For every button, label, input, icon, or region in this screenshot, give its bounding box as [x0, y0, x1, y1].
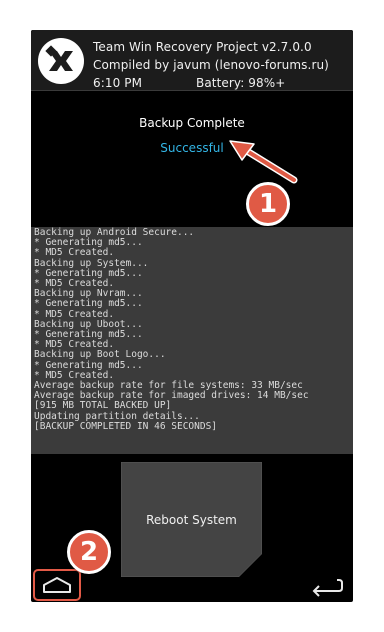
annotation-badge-1: 1	[246, 182, 290, 226]
back-icon[interactable]	[309, 575, 345, 597]
recovery-screen: Team Win Recovery Project v2.7.0.0 Compi…	[31, 30, 353, 602]
console-log: Backing up Android Secure... * Generatin…	[31, 227, 353, 454]
reboot-system-button[interactable]	[121, 462, 262, 577]
status-result: Successful	[160, 141, 224, 155]
header-time: 6:10 PM	[93, 76, 143, 90]
header-title: Team Win Recovery Project v2.7.0.0	[93, 40, 312, 54]
header-compiled-by: Compiled by javum (lenovo-forums.ru)	[93, 58, 329, 72]
console-line: [BACKUP COMPLETED IN 46 SECONDS]	[34, 420, 218, 432]
twrp-logo-icon	[38, 38, 84, 84]
annotation-badge-2: 2	[67, 530, 111, 574]
annotation-arrow	[229, 140, 298, 184]
home-button[interactable]	[33, 569, 81, 601]
home-icon	[43, 577, 71, 593]
header-bar: Team Win Recovery Project v2.7.0.0 Compi…	[31, 30, 353, 91]
header-battery: Battery: 98%+	[196, 76, 286, 90]
status-title: Backup Complete	[139, 116, 245, 130]
